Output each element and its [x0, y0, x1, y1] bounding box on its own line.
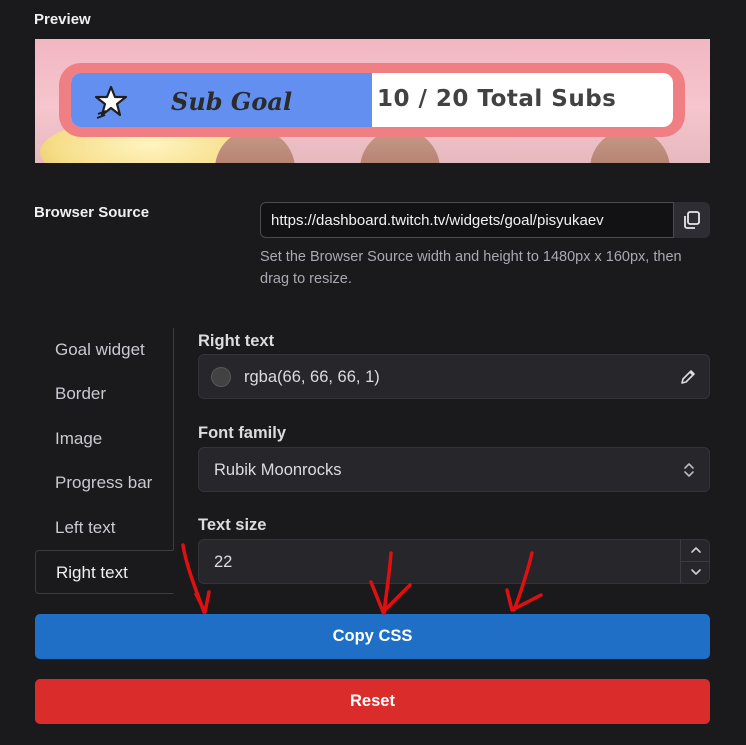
tab-image[interactable]: Image [35, 417, 174, 461]
text-size-stepper [680, 540, 710, 584]
annotation-arrow [369, 580, 412, 614]
tab-left-text[interactable]: Left text [35, 506, 174, 550]
right-text-color-field[interactable]: rgba(66, 66, 66, 1) [198, 354, 710, 399]
annotation-arrow [194, 590, 211, 614]
tab-goal-widget[interactable]: Goal widget [35, 328, 174, 372]
goal-left-text: Sub Goal [171, 87, 293, 116]
increment-button[interactable] [681, 540, 710, 562]
chevron-up-down-icon [684, 463, 694, 477]
browser-source-help-text: Set the Browser Source width and height … [260, 249, 682, 287]
browser-source-url-field[interactable]: https://dashboard.twitch.tv/widgets/goal… [260, 202, 674, 238]
right-text-color-label: Right text [198, 332, 275, 350]
font-family-select[interactable]: Rubik Moonrocks [198, 447, 710, 492]
browser-source-label: Browser Source [34, 204, 150, 221]
pencil-icon[interactable] [679, 368, 697, 386]
reset-button[interactable]: Reset [35, 679, 710, 724]
decrement-button[interactable] [681, 562, 710, 584]
font-family-label: Font family [198, 424, 287, 442]
text-size-label: Text size [198, 516, 267, 534]
annotation-arrow [505, 588, 543, 612]
tab-border[interactable]: Border [35, 372, 174, 416]
goal-preview: Sub Goal 10 / 20 Total Subs [35, 39, 710, 163]
color-value: rgba(66, 66, 66, 1) [244, 368, 380, 386]
settings-tabs: Goal widget Border Image Progress bar Le… [35, 328, 174, 594]
chevron-up-icon [690, 547, 701, 554]
font-family-value: Rubik Moonrocks [214, 461, 342, 479]
color-swatch[interactable] [211, 367, 231, 387]
text-size-value: 22 [214, 553, 233, 571]
chevron-down-icon [690, 569, 701, 576]
star-icon [94, 85, 128, 119]
goal-widget: Sub Goal 10 / 20 Total Subs [71, 73, 673, 127]
tab-progress-bar[interactable]: Progress bar [35, 461, 174, 505]
copy-url-button[interactable] [674, 202, 710, 238]
goal-widget-border: Sub Goal 10 / 20 Total Subs [59, 63, 685, 137]
goal-right-text: 10 / 20 Total Subs [377, 86, 617, 112]
copy-css-button[interactable]: Copy CSS [35, 614, 710, 659]
copy-icon [684, 211, 700, 229]
tab-right-text[interactable]: Right text [35, 550, 174, 594]
text-size-input[interactable]: 22 [198, 539, 710, 584]
preview-title: Preview [34, 11, 91, 28]
